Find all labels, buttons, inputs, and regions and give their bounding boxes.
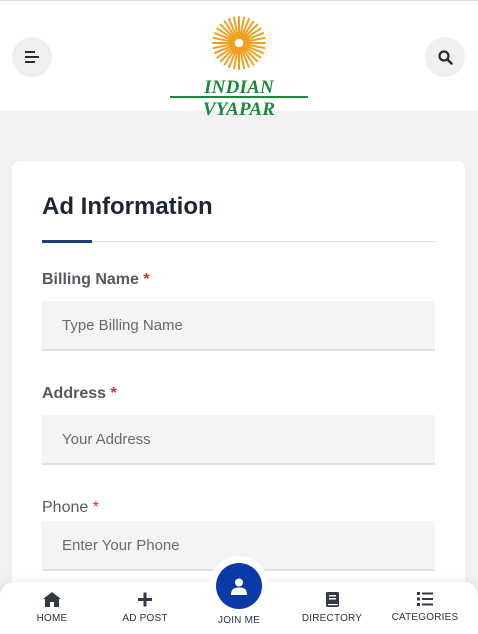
nav-ad-post[interactable]: AD POST [115, 582, 175, 634]
nav-directory[interactable]: DIRECTORY [296, 582, 368, 634]
list-icon [417, 592, 433, 606]
brand-logo[interactable]: INDIAN VYAPAR [168, 15, 310, 120]
brand-underline [170, 96, 308, 98]
nav-ad-post-label: AD POST [122, 613, 168, 624]
address-label-text: Address [42, 385, 107, 402]
menu-button[interactable] [12, 37, 52, 77]
search-button[interactable] [425, 37, 465, 77]
billing-name-label: Billing Name * [42, 271, 150, 289]
billing-name-label-text: Billing Name [42, 271, 139, 288]
phone-label-text: Phone [42, 499, 89, 516]
address-label: Address * [42, 385, 117, 403]
join-me-button[interactable] [216, 563, 262, 609]
nav-directory-label: DIRECTORY [301, 613, 363, 624]
nav-home-label: HOME [36, 613, 68, 624]
nav-categories-label: CATEGORIES [391, 612, 459, 623]
card-title: Ad Information [42, 193, 213, 220]
sun-logo-icon [212, 16, 266, 70]
nav-categories[interactable]: CATEGORIES [388, 582, 462, 634]
user-icon [231, 578, 247, 595]
title-accent-bar [42, 240, 92, 243]
ad-information-card: Ad Information Billing Name * Address * … [12, 161, 465, 601]
nav-join-me-label: JOIN ME [218, 615, 260, 626]
required-mark: * [110, 385, 117, 402]
required-mark: * [143, 271, 150, 288]
home-icon [43, 592, 61, 607]
book-icon [325, 592, 339, 607]
brand-name: INDIAN VYAPAR [202, 77, 276, 120]
address-input[interactable] [42, 415, 435, 465]
menu-lines-icon [25, 51, 39, 63]
nav-home[interactable]: HOME [22, 582, 82, 634]
billing-name-input[interactable] [42, 301, 435, 351]
title-divider [92, 241, 435, 242]
required-mark: * [92, 499, 99, 516]
search-icon [437, 49, 453, 65]
app-header: INDIAN VYAPAR [0, 0, 478, 120]
plus-icon [138, 592, 152, 607]
phone-label: Phone * [42, 499, 99, 517]
